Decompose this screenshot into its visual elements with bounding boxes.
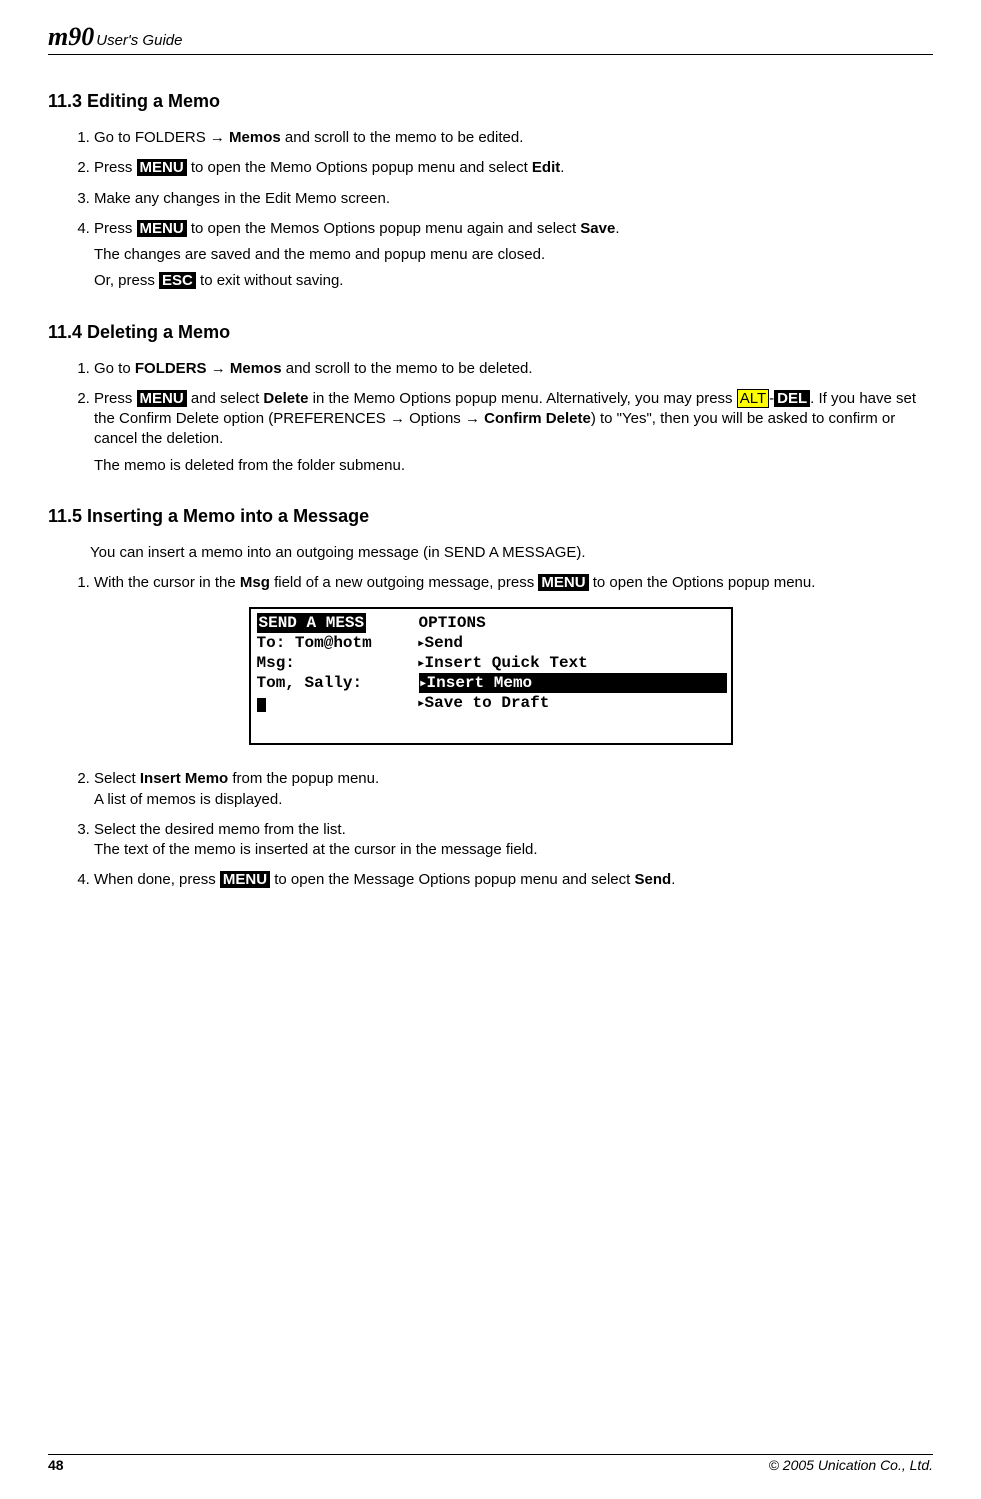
text: Make any changes in the Edit Memo screen… — [94, 190, 390, 207]
text: from the popup menu. — [228, 770, 379, 787]
text: . — [671, 871, 675, 888]
text: Press — [94, 390, 137, 407]
page-footer: 48 © 2005 Unication Co., Ltd. — [48, 1454, 933, 1473]
menu-key: MENU — [137, 390, 187, 407]
bold: Save — [580, 220, 615, 237]
step-11-4-1: Go to FOLDERS → Memos and scroll to the … — [94, 359, 933, 379]
text: Go to FOLDERS → — [94, 129, 229, 146]
step-11-3-2: Press MENU to open the Memo Options popu… — [94, 158, 933, 178]
text: With the cursor in the — [94, 574, 240, 591]
esc-key: ESC — [159, 272, 196, 289]
text: to open the Options popup menu. — [589, 574, 816, 591]
bold: Memos — [229, 129, 281, 146]
text: Or, press — [94, 272, 159, 289]
step-11-5-1: With the cursor in the Msg field of a ne… — [94, 573, 933, 593]
bold: Memos — [230, 360, 282, 377]
section-11-5-title: 11.5 Inserting a Memo into a Message — [48, 506, 933, 527]
guide-title: User's Guide — [96, 32, 182, 49]
bold: Delete — [263, 390, 308, 407]
option-send: Send — [425, 634, 463, 652]
menu-key: MENU — [220, 871, 270, 888]
text: A list of memos is displayed. — [94, 790, 933, 810]
text: field of a new outgoing message, press — [270, 574, 539, 591]
text: The changes are saved and the memo and p… — [94, 245, 933, 265]
bold: Edit — [532, 159, 560, 176]
bold: Send — [635, 871, 672, 888]
text: The memo is deleted from the folder subm… — [94, 456, 933, 476]
text: to open the Memos Options popup menu aga… — [187, 220, 581, 237]
section-11-3-steps: Go to FOLDERS → Memos and scroll to the … — [94, 128, 933, 292]
step-11-4-2: Press MENU and select Delete in the Memo… — [94, 389, 933, 476]
option-insert-memo: Insert Memo — [427, 674, 533, 692]
section-11-4-title: 11.4 Deleting a Memo — [48, 322, 933, 343]
section-11-3-title: 11.3 Editing a Memo — [48, 91, 933, 112]
bold: Insert Memo — [140, 770, 228, 787]
text: Or, press ESC to exit without saving. — [94, 271, 933, 291]
text: . — [560, 159, 564, 176]
del-key: DEL — [774, 390, 810, 407]
page-header: m90 User's Guide — [48, 22, 933, 55]
copyright: © 2005 Unication Co., Ltd. — [769, 1457, 933, 1473]
bold: Confirm Delete — [484, 410, 591, 427]
menu-key: MENU — [538, 574, 588, 591]
section-11-5-steps-a: With the cursor in the Msg field of a ne… — [94, 573, 933, 593]
text: . — [615, 220, 619, 237]
text: and scroll to the memo to be edited. — [281, 129, 524, 146]
text: When done, press — [94, 871, 220, 888]
text: to open the Message Options popup menu a… — [270, 871, 634, 888]
menu-key: MENU — [137, 220, 187, 237]
text: The text of the memo is inserted at the … — [94, 840, 933, 860]
bold: Msg — [240, 574, 270, 591]
step-11-5-3: Select the desired memo from the list. T… — [94, 820, 933, 861]
text: to exit without saving. — [196, 272, 344, 289]
text: to open the Memo Options popup menu and … — [187, 159, 532, 176]
text: Select — [94, 770, 140, 787]
step-11-5-4: When done, press MENU to open the Messag… — [94, 870, 933, 890]
menu-key: MENU — [137, 159, 187, 176]
text: and select — [187, 390, 264, 407]
section-11-5-intro: You can insert a memo into an outgoing m… — [90, 543, 933, 563]
text: in the Memo Options popup menu. Alternat… — [308, 390, 736, 407]
step-11-3-4: Press MENU to open the Memos Options pop… — [94, 219, 933, 292]
step-11-5-2: Select Insert Memo from the popup menu. … — [94, 769, 933, 810]
section-11-4-steps: Go to FOLDERS → Memos and scroll to the … — [94, 359, 933, 476]
option-insert-quick-text: Insert Quick Text — [425, 654, 588, 672]
screen-body: Tom, Sally: — [257, 673, 409, 693]
page-number: 48 — [48, 1457, 64, 1473]
option-save-to-draft: Save to Draft — [425, 694, 550, 712]
screen-to-line: To: Tom@hotm — [257, 633, 409, 653]
step-11-3-3: Make any changes in the Edit Memo screen… — [94, 189, 933, 209]
text: Select the desired memo from the list. — [94, 821, 346, 838]
screen-options-pane: OPTIONS Send Insert Quick Text Insert Me… — [413, 609, 731, 743]
step-11-3-1: Go to FOLDERS → Memos and scroll to the … — [94, 128, 933, 148]
alt-key: ALT — [737, 389, 769, 408]
section-11-5-steps-b: Select Insert Memo from the popup menu. … — [94, 769, 933, 890]
text: Go to — [94, 360, 135, 377]
cursor-icon — [257, 698, 266, 712]
text: Press — [94, 220, 137, 237]
device-screen: SEND A MESS To: Tom@hotm Msg: Tom, Sally… — [249, 607, 733, 745]
text: and scroll to the memo to be deleted. — [282, 360, 533, 377]
bold: FOLDERS — [135, 360, 207, 377]
screen-title: SEND A MESS — [257, 613, 367, 633]
text: → — [207, 360, 230, 377]
text: Press — [94, 159, 137, 176]
options-title: OPTIONS — [419, 613, 727, 633]
screen-left-pane: SEND A MESS To: Tom@hotm Msg: Tom, Sally… — [251, 609, 413, 743]
logo: m90 — [48, 22, 94, 52]
screen-msg-label: Msg: — [257, 653, 409, 673]
